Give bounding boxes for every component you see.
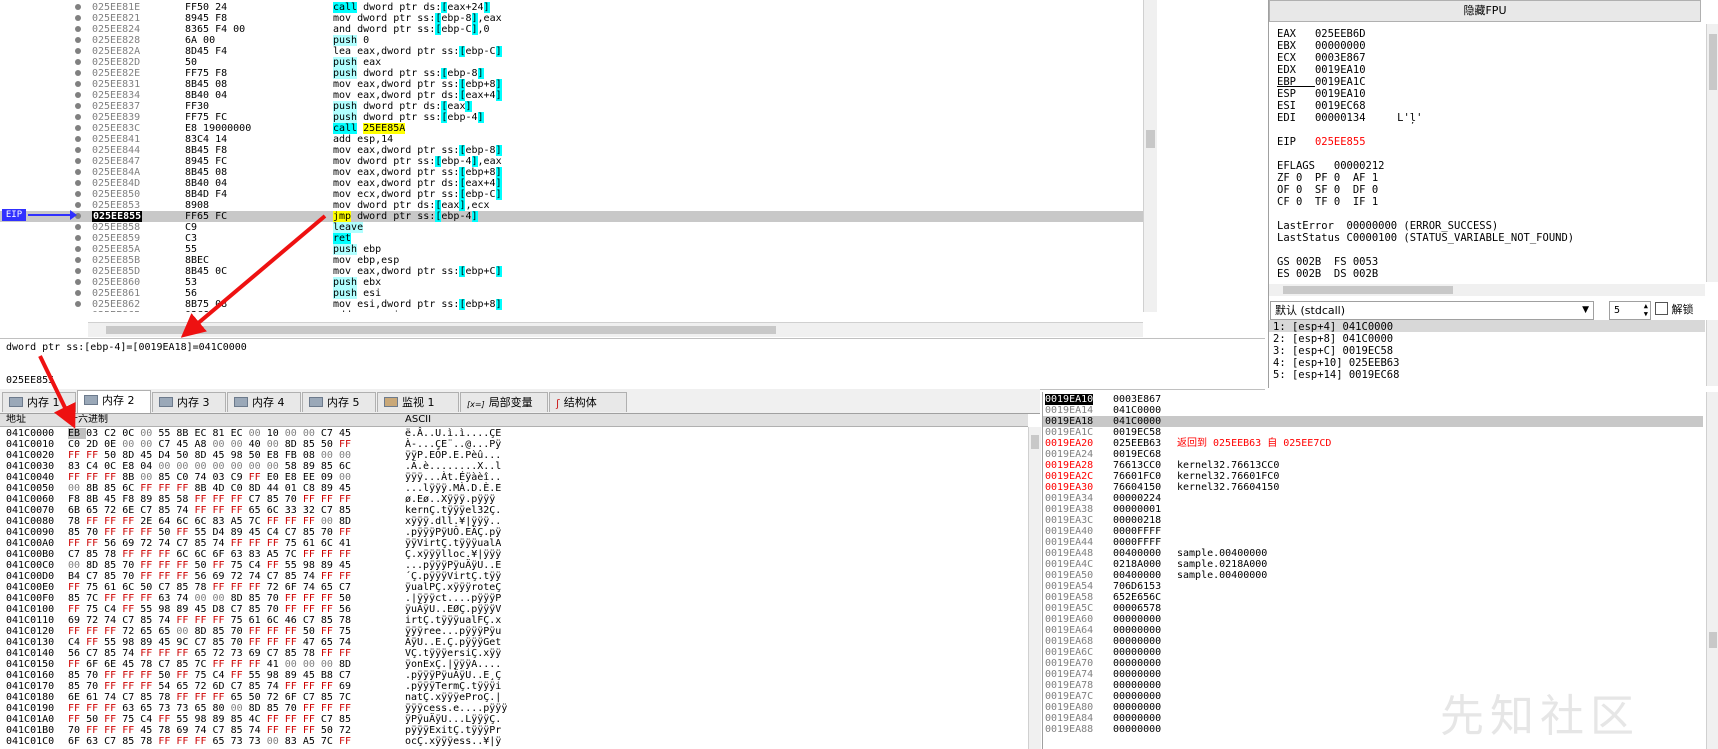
annotation-arrow-dump — [38, 355, 76, 429]
watermark-text: 先知社区 — [1440, 691, 1640, 742]
annotation-arrow-jmp — [180, 214, 327, 338]
annotation-overlay — [38, 214, 327, 429]
